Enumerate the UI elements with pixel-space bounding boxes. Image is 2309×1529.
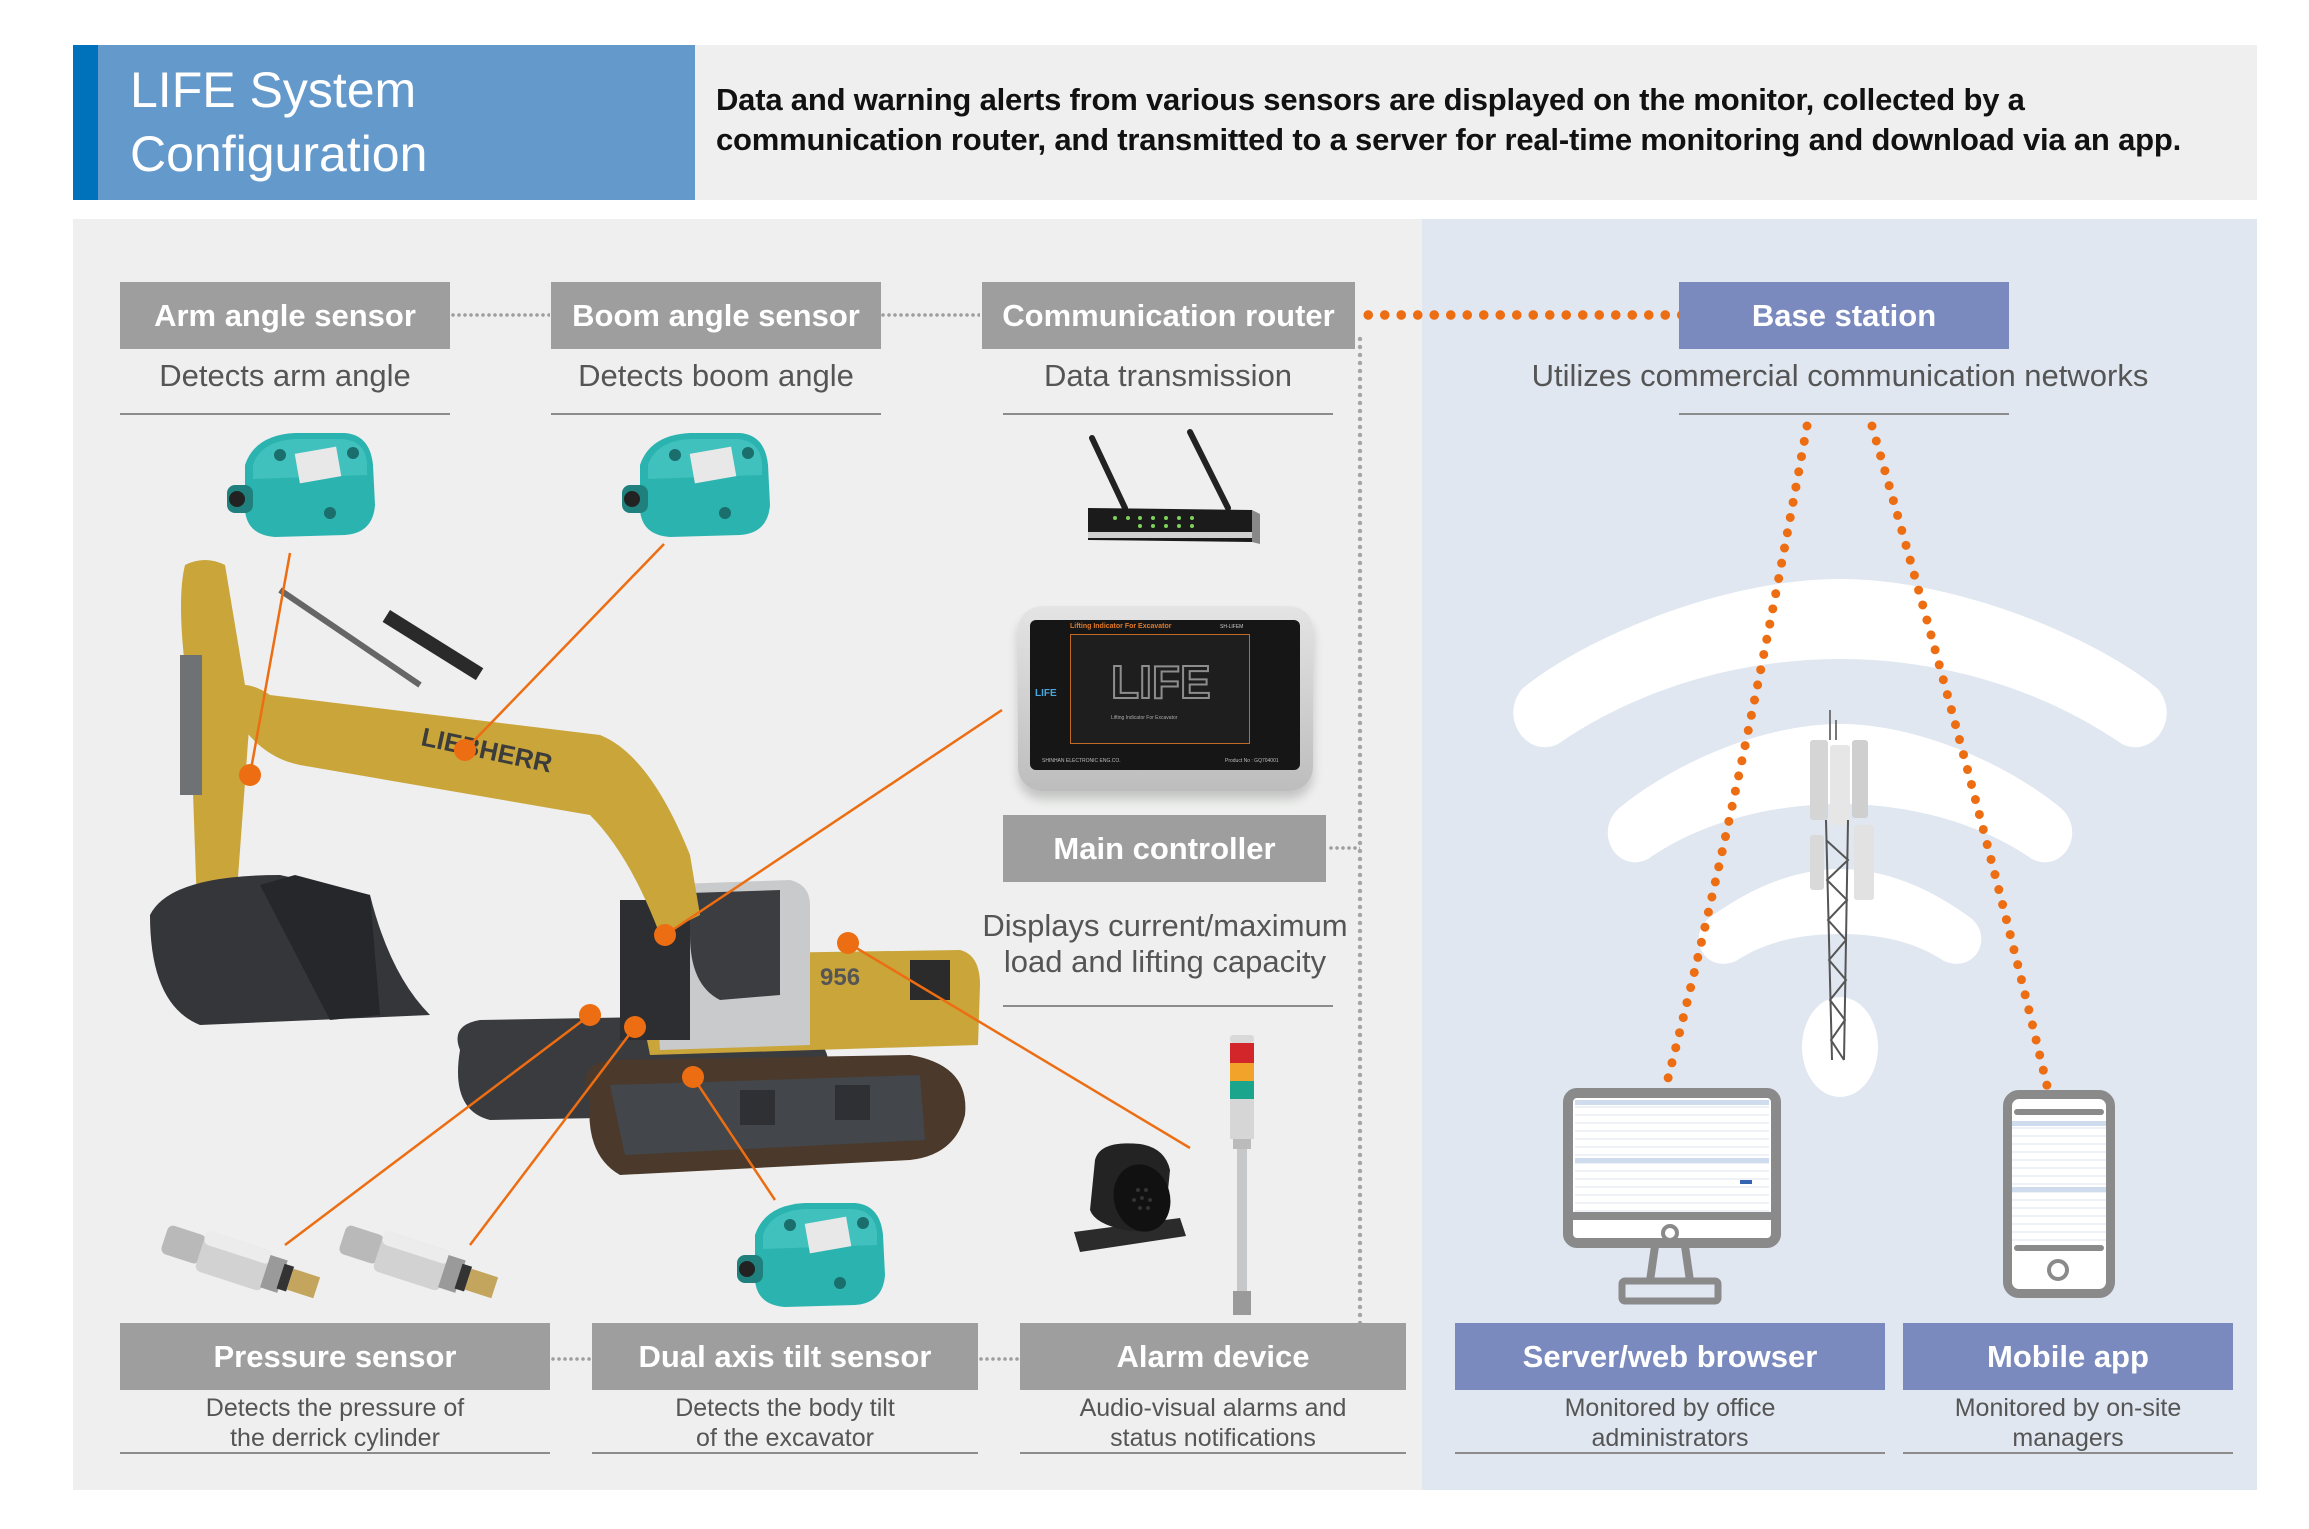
callout-boom-sensor <box>464 543 665 751</box>
phone-top-bar <box>2014 1109 2104 1115</box>
callout-dot-alarm <box>837 932 859 954</box>
callout-dot-pressure-2 <box>624 1016 646 1038</box>
callout-pressure-1 <box>284 1014 591 1246</box>
phone-screen-header-bar-2 <box>2012 1187 2106 1192</box>
callout-dot-arm <box>239 764 261 786</box>
monitor-screen-header-bar-2 <box>1575 1158 1769 1163</box>
phone-icon <box>2003 1090 2115 1298</box>
phone-home-button <box>2047 1259 2069 1281</box>
monitor-stand-icon <box>1618 1245 1722 1305</box>
monitor-icon <box>1563 1088 1781 1248</box>
phone-screen-header-bar <box>2012 1121 2106 1126</box>
phone-bottom-bar <box>2014 1245 2104 1251</box>
monitor-screen-header-bar <box>1575 1100 1769 1105</box>
monitor-screen-button <box>1740 1180 1752 1184</box>
callout-dot-pressure-1 <box>579 1004 601 1026</box>
callout-dot-tilt <box>682 1066 704 1088</box>
callout-arm-sensor <box>248 552 292 776</box>
callout-alarm <box>847 941 1191 1150</box>
monitor-screen-content <box>1575 1100 1769 1212</box>
sensor-callouts <box>239 543 1191 1246</box>
callout-dot-boom <box>454 739 476 761</box>
callout-pressure-2 <box>469 1026 636 1246</box>
monitor-power-button <box>1661 1224 1679 1242</box>
callout-tilt <box>691 1076 777 1201</box>
callout-dot-controller <box>654 924 676 946</box>
phone-screen-content <box>2012 1121 2106 1241</box>
monitor-divider <box>1563 1212 1781 1220</box>
callout-main-controller <box>664 708 1003 937</box>
cell-tower-icon <box>1810 710 1874 1061</box>
